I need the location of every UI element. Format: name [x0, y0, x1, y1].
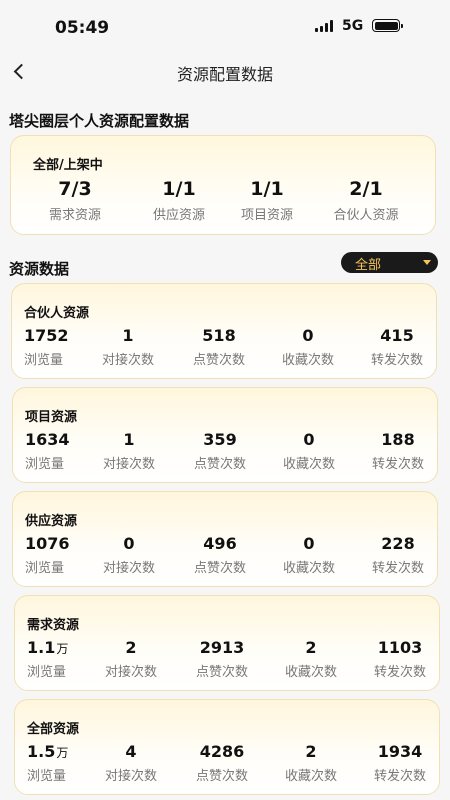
docking-value: 2 — [125, 638, 137, 657]
shares-value: 188 — [381, 430, 415, 449]
summary-status: 全部/上架中 — [33, 158, 103, 173]
summary-item-project[interactable]: 1/1 项目资源 — [217, 178, 317, 223]
docking-value: 4 — [125, 742, 137, 761]
favorites-label: 收藏次数 — [284, 665, 337, 680]
summary-item-partner[interactable]: 2/1 合伙人资源 — [316, 178, 416, 223]
favorites-value: 0 — [302, 326, 314, 345]
shares-value: 1934 — [377, 742, 423, 761]
favorites-label: 收藏次数 — [282, 457, 335, 472]
card-title: 合伙人资源 — [24, 306, 90, 321]
caret-down-icon — [423, 260, 431, 265]
card-title: 需求资源 — [27, 618, 80, 633]
resource-card-all[interactable]: 全部资源 1.5万 浏览量 4 对接次数 4286 点赞次数 2 收藏次数 1934 转发… — [14, 699, 440, 795]
docking-value: 0 — [123, 534, 135, 553]
likes-label: 点赞次数 — [192, 353, 245, 368]
summary-value: 7/3 — [58, 178, 92, 200]
shares-label: 转发次数 — [373, 769, 426, 784]
favorites-label: 收藏次数 — [284, 769, 337, 784]
docking-label: 对接次数 — [104, 665, 157, 680]
shares-value: 228 — [381, 534, 415, 553]
card-title: 全部资源 — [27, 722, 80, 737]
summary-item-demand[interactable]: 7/3 需求资源 — [25, 178, 125, 223]
favorites-value: 2 — [305, 638, 317, 657]
card-title: 项目资源 — [25, 410, 78, 425]
likes-value: 496 — [203, 534, 237, 553]
docking-label: 对接次数 — [104, 769, 157, 784]
docking-value: 1 — [123, 430, 135, 449]
likes-value: 4286 — [199, 742, 245, 761]
likes-value: 2913 — [199, 638, 245, 657]
battery-icon — [372, 19, 403, 32]
likes-label: 点赞次数 — [193, 561, 246, 576]
summary-label: 项目资源 — [240, 208, 293, 223]
shares-label: 转发次数 — [370, 353, 423, 368]
section-title-resource-data: 资源数据 — [9, 260, 70, 278]
resource-card-partner[interactable]: 合伙人资源 1752 浏览量 1 对接次数 518 点赞次数 0 收藏次数 415 转发次… — [11, 283, 437, 379]
likes-value: 518 — [202, 326, 236, 345]
signal-icon — [315, 20, 335, 32]
summary-value: 2/1 — [349, 178, 383, 200]
shares-label: 转发次数 — [371, 561, 424, 576]
summary-item-supply[interactable]: 1/1 供应资源 — [129, 178, 229, 223]
page-title: 资源配置数据 — [176, 65, 273, 84]
favorites-label: 收藏次数 — [281, 353, 334, 368]
summary-value: 1/1 — [162, 178, 196, 200]
docking-label: 对接次数 — [101, 353, 154, 368]
likes-label: 点赞次数 — [193, 457, 246, 472]
favorites-value: 0 — [303, 534, 315, 553]
filter-selected-label: 全部 — [355, 258, 382, 273]
favorites-label: 收藏次数 — [282, 561, 335, 576]
resource-card-supply[interactable]: 供应资源 1076 浏览量 0 对接次数 496 点赞次数 0 收藏次数 228 转发次数 — [12, 491, 438, 587]
summary-card: 全部/上架中 7/3 需求资源 1/1 供应资源 1/1 项目资源 2/1 合伙… — [10, 135, 436, 235]
likes-label: 点赞次数 — [195, 665, 248, 680]
status-bar: 05:49 5G — [0, 0, 450, 50]
likes-label: 点赞次数 — [195, 769, 248, 784]
favorites-value: 0 — [303, 430, 315, 449]
summary-label: 需求资源 — [48, 208, 101, 223]
summary-label: 供应资源 — [152, 208, 205, 223]
summary-value: 1/1 — [250, 178, 284, 200]
docking-label: 对接次数 — [102, 457, 155, 472]
shares-value: 415 — [380, 326, 414, 345]
resource-card-demand[interactable]: 需求资源 1.1万 浏览量 2 对接次数 2913 点赞次数 2 收藏次数 1103 转发… — [14, 595, 440, 691]
docking-value: 1 — [122, 326, 134, 345]
likes-value: 359 — [203, 430, 237, 449]
resource-card-project[interactable]: 项目资源 1634 浏览量 1 对接次数 359 点赞次数 0 收藏次数 188 转发次数 — [12, 387, 438, 483]
network-type: 5G — [342, 18, 364, 34]
card-title: 供应资源 — [25, 514, 78, 529]
resource-filter-dropdown[interactable]: 全部 — [341, 252, 438, 273]
favorites-value: 2 — [305, 742, 317, 761]
docking-label: 对接次数 — [102, 561, 155, 576]
section-title-personal: 塔尖圈层个人资源配置数据 — [9, 112, 190, 130]
shares-label: 转发次数 — [371, 457, 424, 472]
shares-label: 转发次数 — [373, 665, 426, 680]
summary-label: 合伙人资源 — [333, 208, 399, 223]
status-time: 05:49 — [55, 18, 110, 38]
shares-value: 1103 — [377, 638, 423, 657]
